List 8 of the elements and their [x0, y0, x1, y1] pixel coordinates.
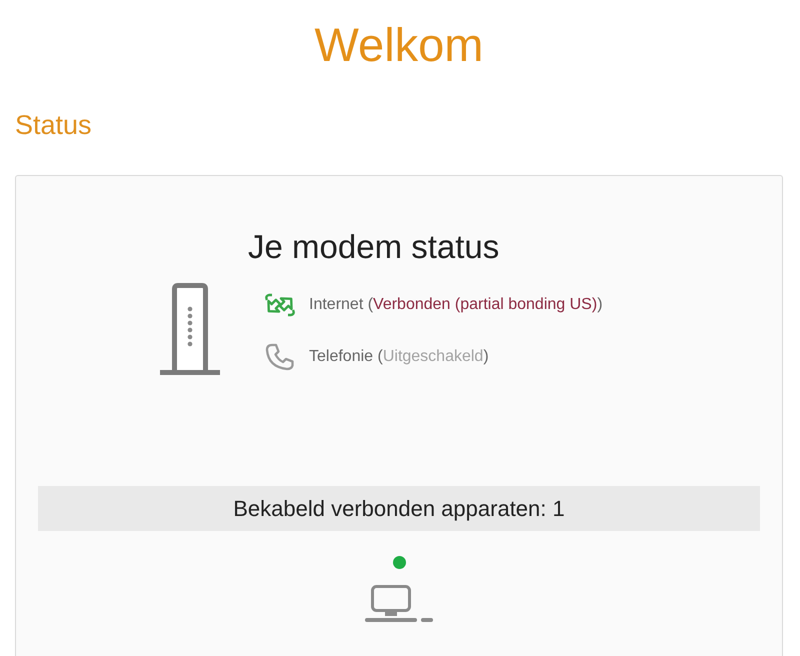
modem-status-heading: Je modem status — [248, 228, 500, 266]
modem-icon — [160, 283, 220, 375]
service-status-text: Telefonie (Uitgeschakeld) — [309, 348, 489, 366]
computer-icon — [365, 585, 433, 623]
section-heading: Status — [15, 109, 92, 141]
wired-devices-bar: Bekabeld verbonden apparaten: 1 — [38, 486, 760, 531]
service-status-text: Internet (Verbonden (partial bonding US)) — [309, 296, 603, 314]
page-title: Welkom — [314, 19, 484, 71]
